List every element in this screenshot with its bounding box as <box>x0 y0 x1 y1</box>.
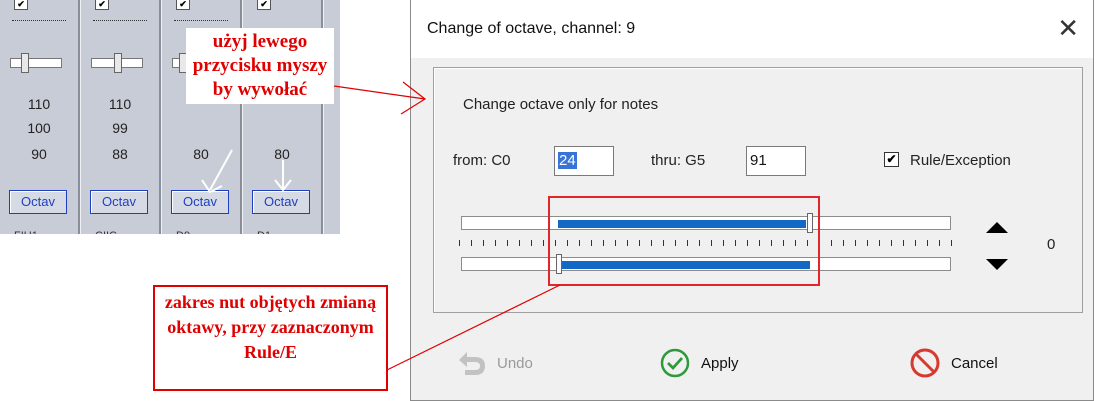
white-arrow-1 <box>209 149 233 191</box>
arrow-to-sliders <box>386 284 561 371</box>
annotation-arrows <box>201 81 561 371</box>
